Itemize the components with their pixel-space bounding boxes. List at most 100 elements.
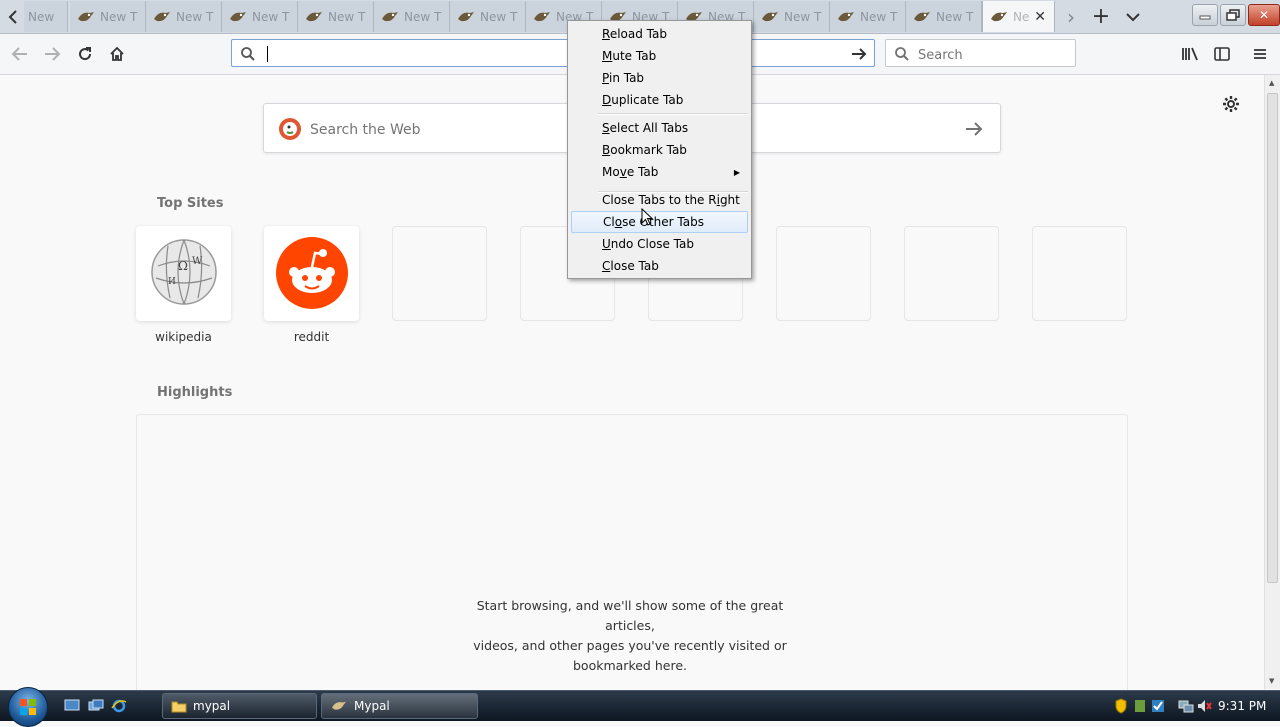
menu-item-select-all-tabs[interactable]: Select All Tabs xyxy=(571,117,748,139)
home-button[interactable] xyxy=(103,40,131,68)
tab-item[interactable]: New T xyxy=(450,1,526,32)
url-bar[interactable] xyxy=(231,39,875,67)
empty-message-line: Start browsing, and we'll show some of t… xyxy=(476,598,784,633)
mypal-icon xyxy=(534,11,550,21)
reload-button[interactable] xyxy=(71,40,99,68)
tray-app-icon[interactable] xyxy=(1133,698,1147,714)
windows-taskbar: mypal Mypal 9:31 PM xyxy=(0,687,1280,727)
top-site-placeholder[interactable] xyxy=(776,226,871,321)
internet-explorer-icon[interactable] xyxy=(111,698,127,714)
menu-item-pin-tab[interactable]: Pin Tab xyxy=(571,67,748,89)
menu-item-label: Reload Tab xyxy=(602,27,667,41)
top-site-tile-reddit[interactable] xyxy=(264,226,359,321)
switch-windows-icon[interactable] xyxy=(88,699,104,713)
mypal-icon xyxy=(762,11,778,21)
menu-item-duplicate-tab[interactable]: Duplicate Tab xyxy=(571,89,748,111)
tab-label: New T xyxy=(176,9,214,24)
reload-icon xyxy=(79,47,92,61)
menu-button[interactable] xyxy=(1246,40,1274,68)
empty-message-line: videos, and other pages you've recently … xyxy=(473,638,787,653)
go-arrow-icon[interactable] xyxy=(850,46,868,62)
scroll-down-arrow[interactable]: ▼ xyxy=(1269,677,1274,685)
library-button[interactable] xyxy=(1176,40,1204,68)
menu-item-reload-tab[interactable]: Reload Tab xyxy=(571,23,748,45)
top-sites-title: Top Sites xyxy=(157,196,224,211)
menu-item-label: Bookmark Tab xyxy=(602,143,687,157)
top-site-placeholder[interactable] xyxy=(392,226,487,321)
scrollbar-thumb[interactable] xyxy=(1267,93,1278,583)
taskbar-clock[interactable]: 9:31 PM xyxy=(1218,699,1266,713)
mypal-icon xyxy=(78,11,94,21)
scroll-tabs-right-button[interactable]: › xyxy=(1060,0,1082,33)
mypal-icon xyxy=(838,11,854,21)
svg-text:И: И xyxy=(168,277,176,287)
taskbar-button-mypal-folder[interactable]: mypal xyxy=(162,693,317,719)
sidebar-icon xyxy=(1214,47,1230,61)
maximize-icon xyxy=(1226,9,1240,21)
tab-label: New T xyxy=(100,9,138,24)
close-tab-button[interactable]: ✕ xyxy=(1034,9,1046,25)
menu-item-close-tab[interactable]: Close Tab xyxy=(571,255,748,277)
tab-item[interactable]: New T xyxy=(906,1,982,32)
menu-item-label: Close Other Tabs xyxy=(603,215,704,229)
menu-item-close-other-tabs[interactable]: Close Other Tabs xyxy=(571,211,748,233)
chevron-down-icon xyxy=(1126,12,1140,21)
network-icon[interactable] xyxy=(1178,698,1194,714)
scroll-tabs-left-button[interactable] xyxy=(2,0,24,33)
menu-item-label: Move Tab xyxy=(602,165,659,179)
menu-item-move-tab[interactable]: Move Tab ▶ xyxy=(571,161,748,183)
tab-item[interactable]: New T xyxy=(222,1,298,32)
taskbar-button-mypal-browser[interactable]: Mypal xyxy=(321,693,478,719)
show-desktop-icon[interactable] xyxy=(64,699,80,713)
close-window-button[interactable]: ✕ xyxy=(1248,4,1280,26)
mypal-icon xyxy=(332,701,346,710)
top-site-tile-wikipedia[interactable]: Ω W И xyxy=(136,226,231,321)
tab-item[interactable]: New T xyxy=(374,1,450,32)
tab-item[interactable]: New T xyxy=(70,1,146,32)
maximize-button[interactable] xyxy=(1220,4,1246,26)
back-button[interactable] xyxy=(6,40,34,68)
tab-label: New xyxy=(28,9,55,24)
scroll-up-arrow[interactable]: ▲ xyxy=(1269,79,1274,87)
menu-item-bookmark-tab[interactable]: Bookmark Tab xyxy=(571,139,748,161)
folder-icon xyxy=(171,701,187,713)
reddit-logo xyxy=(276,237,348,309)
highlights-empty-message: Start browsing, and we'll show some of t… xyxy=(455,596,805,676)
tab-label: New T xyxy=(936,9,974,24)
submenu-arrow-icon: ▶ xyxy=(733,167,740,177)
top-site-placeholder[interactable] xyxy=(1032,226,1127,321)
customize-gear-button[interactable] xyxy=(1222,94,1240,118)
tab-label: New T xyxy=(404,9,442,24)
search-submit-arrow-icon[interactable] xyxy=(964,120,984,138)
menu-item-label: Undo Close Tab xyxy=(602,237,694,251)
search-input[interactable] xyxy=(916,44,1070,66)
url-input[interactable] xyxy=(268,43,572,65)
security-shield-icon[interactable] xyxy=(1115,698,1127,714)
tab-item[interactable]: New T xyxy=(754,1,830,32)
sidebar-button[interactable] xyxy=(1208,40,1236,68)
new-tab-button[interactable]: + xyxy=(1090,0,1112,33)
empty-message-line: bookmarked here. xyxy=(573,658,687,673)
tab-item[interactable]: New T xyxy=(298,1,374,32)
tray-check-icon[interactable] xyxy=(1151,698,1165,714)
menu-item-label: Close Tab xyxy=(602,259,659,273)
volume-muted-icon[interactable] xyxy=(1196,698,1212,714)
menu-item-undo-close-tab[interactable]: Undo Close Tab xyxy=(571,233,748,255)
top-site-placeholder[interactable] xyxy=(904,226,999,321)
search-icon xyxy=(241,47,255,61)
tab-item[interactable]: New T xyxy=(146,1,222,32)
mypal-icon xyxy=(382,11,398,21)
forward-button[interactable] xyxy=(38,40,66,68)
tab-active[interactable]: Ne ✕ xyxy=(982,1,1055,32)
list-all-tabs-button[interactable] xyxy=(1122,0,1144,33)
tab-label: Ne xyxy=(1013,9,1030,24)
menu-item-mute-tab[interactable]: Mute Tab xyxy=(571,45,748,67)
vertical-scrollbar[interactable]: ▲ ▼ xyxy=(1264,75,1280,689)
mypal-icon xyxy=(154,11,170,21)
tab-item[interactable]: New T xyxy=(830,1,906,32)
search-bar[interactable] xyxy=(885,39,1076,67)
windows-start-icon[interactable] xyxy=(8,687,48,727)
tab-item[interactable]: New xyxy=(24,1,68,32)
minimize-button[interactable] xyxy=(1192,4,1218,26)
menu-item-label: Duplicate Tab xyxy=(602,93,684,107)
